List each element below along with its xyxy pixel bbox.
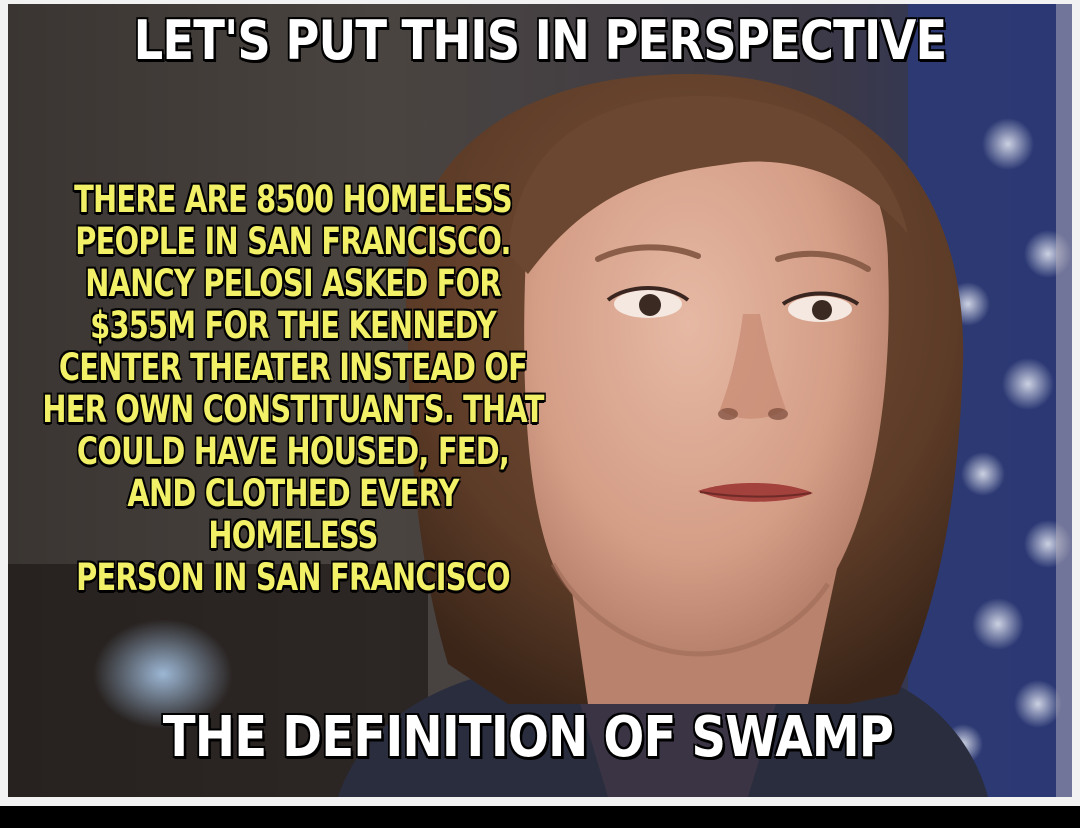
bottom-caption: THE DEFINITION OF SWAMP	[162, 705, 894, 770]
body-caption: THERE ARE 8500 HOMELESS PEOPLE IN SAN FR…	[40, 179, 547, 599]
body-caption-line: COULD HAVE HOUSED, FED,	[76, 430, 510, 473]
body-caption-line: AND CLOTHED EVERY HOMELESS	[127, 472, 459, 557]
screenshot-canvas: LET'S PUT THIS IN PERSPECTIVE THERE ARE …	[0, 0, 1080, 828]
meme-image: LET'S PUT THIS IN PERSPECTIVE THERE ARE …	[8, 4, 1072, 797]
top-caption: LET'S PUT THIS IN PERSPECTIVE	[133, 9, 948, 72]
body-caption-line: $355M FOR THE KENNEDY	[90, 304, 496, 347]
body-caption-line: HER OWN CONSTITUANTS. THAT	[42, 388, 544, 431]
body-caption-line: CENTER THEATER INSTEAD OF	[58, 346, 528, 389]
body-caption-line: PEOPLE IN SAN FRANCISCO.	[75, 220, 511, 263]
body-caption-line: PERSON IN SAN FRANCISCO	[76, 556, 511, 599]
body-caption-line: NANCY PELOSI ASKED FOR	[85, 262, 501, 305]
body-caption-line: THERE ARE 8500 HOMELESS	[74, 178, 513, 221]
